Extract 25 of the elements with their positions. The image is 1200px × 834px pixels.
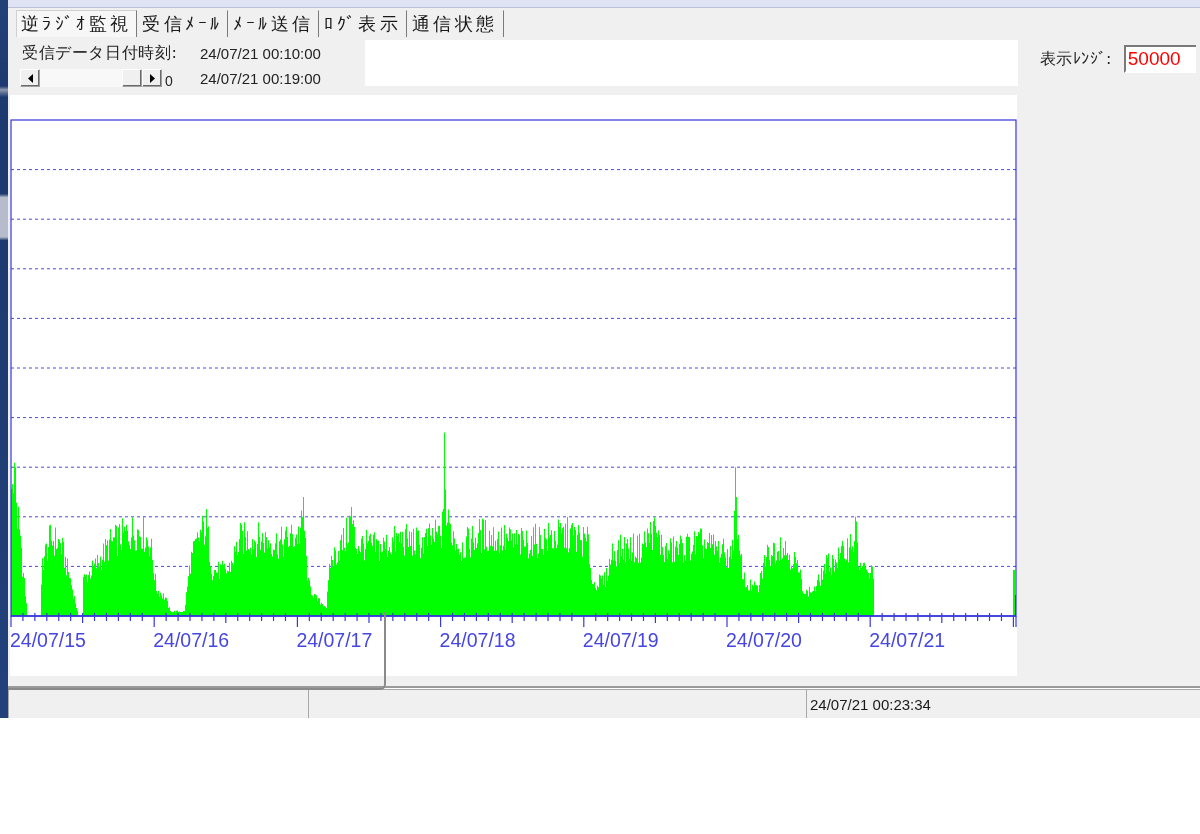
data-bar <box>1013 570 1016 616</box>
date-label: 24/07/20 <box>726 629 802 651</box>
date-label: 24/07/17 <box>296 629 373 651</box>
date-label: 24/07/18 <box>439 629 516 651</box>
date-label: 24/07/15 <box>10 629 86 651</box>
date-label: 24/07/21 <box>869 629 946 651</box>
scroll-thumb[interactable] <box>122 69 142 87</box>
display-range-input[interactable]: 50000 <box>1123 45 1196 73</box>
date-label: 24/07/16 <box>153 629 230 651</box>
scroll-right-button[interactable] <box>142 69 162 87</box>
scroll-value: 0 <box>165 73 173 89</box>
scroll-left-button[interactable] <box>20 69 40 87</box>
start-time: 24/07/21 00:10:00 <box>200 45 322 62</box>
display-range-label: 表示ﾚﾝｼﾞ: <box>1040 48 1112 70</box>
tab[interactable]: ﾒｰﾙ送信 <box>228 9 320 37</box>
received-datetime-label: 受信データ日付時刻: <box>21 43 179 64</box>
tab[interactable]: 通信状態 <box>407 9 504 37</box>
end-time: 24/07/21 00:19:00 <box>200 69 322 87</box>
status-time: 24/07/21 00:23:34 <box>810 695 931 713</box>
tab[interactable]: ﾛｸﾞ表示 <box>319 9 407 37</box>
date-label: 24/07/19 <box>582 629 659 651</box>
tab[interactable]: 逆ﾗｼﾞｵ監視 <box>16 9 138 37</box>
triangle-right-icon <box>149 73 155 83</box>
tab[interactable]: 受信ﾒｰﾙ <box>137 9 229 37</box>
triangle-left-icon <box>27 73 33 83</box>
